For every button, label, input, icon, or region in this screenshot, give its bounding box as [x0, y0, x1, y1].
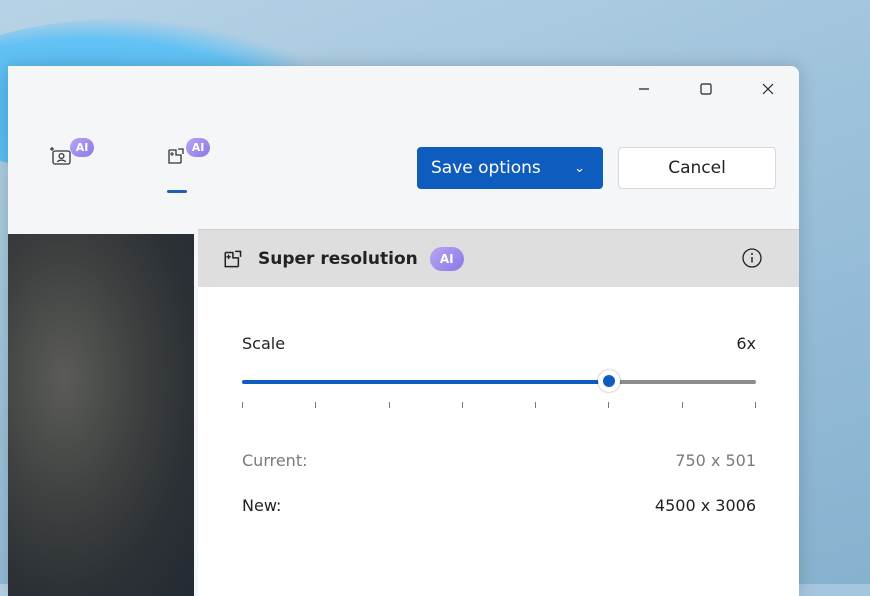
maximize-icon: [700, 83, 712, 95]
slider-tick: [755, 402, 756, 408]
save-options-label: Save options: [431, 158, 541, 178]
slider-thumb[interactable]: [598, 370, 621, 392]
info-icon[interactable]: [741, 247, 763, 269]
slider-tick: [461, 402, 463, 408]
current-size-value: 750 x 501: [675, 451, 756, 470]
scale-slider[interactable]: [242, 370, 756, 392]
cancel-button[interactable]: Cancel: [618, 147, 776, 189]
person-frame-sparkle-icon: [50, 147, 71, 165]
scale-row: Scale 6x: [242, 334, 756, 353]
slider-tick: [242, 402, 243, 408]
ai-badge: AI: [429, 246, 464, 271]
new-size-value: 4500 x 3006: [654, 496, 756, 515]
slider-tick: [388, 402, 390, 408]
slider-track-rest: [615, 380, 756, 384]
current-size-label: Current:: [242, 451, 308, 470]
slider-track-fill: [242, 380, 610, 384]
slider-ticks: [242, 402, 756, 412]
slider-tick: [315, 402, 317, 408]
new-size-label: New:: [242, 496, 282, 515]
ai-badge: AI: [70, 138, 94, 157]
scale-label: Scale: [242, 334, 286, 353]
slider-tick: [535, 402, 537, 408]
minimize-icon: [639, 88, 649, 90]
image-preview: [8, 234, 194, 596]
ai-badge: AI: [186, 138, 210, 157]
slider-tick: [608, 402, 610, 408]
app-window: AI AI Save options ⌄ Cancel Super resolu…: [8, 66, 799, 596]
close-button[interactable]: [737, 66, 799, 112]
super-resolution-icon: [168, 148, 184, 164]
super-resolution-icon: [224, 250, 242, 267]
chevron-down-icon: ⌄: [574, 160, 585, 176]
maximize-button[interactable]: [675, 66, 737, 112]
close-icon: [762, 83, 774, 95]
save-options-button[interactable]: Save options ⌄: [417, 147, 603, 189]
window-controls: [613, 66, 799, 112]
new-size-row: New: 4500 x 3006: [242, 496, 756, 515]
minimize-button[interactable]: [613, 66, 675, 112]
slider-tick: [681, 402, 683, 408]
panel-title: Super resolution: [258, 248, 418, 269]
panel-header: Super resolution AI: [198, 229, 799, 287]
active-tool-indicator: [167, 190, 187, 193]
tool-background-blur[interactable]: AI: [50, 138, 94, 166]
super-resolution-panel: Super resolution AI Scale 6x Current: 75…: [198, 229, 799, 596]
tool-super-resolution[interactable]: AI: [166, 138, 210, 166]
current-size-row: Current: 750 x 501: [242, 451, 756, 470]
scale-value: 6x: [736, 334, 756, 353]
